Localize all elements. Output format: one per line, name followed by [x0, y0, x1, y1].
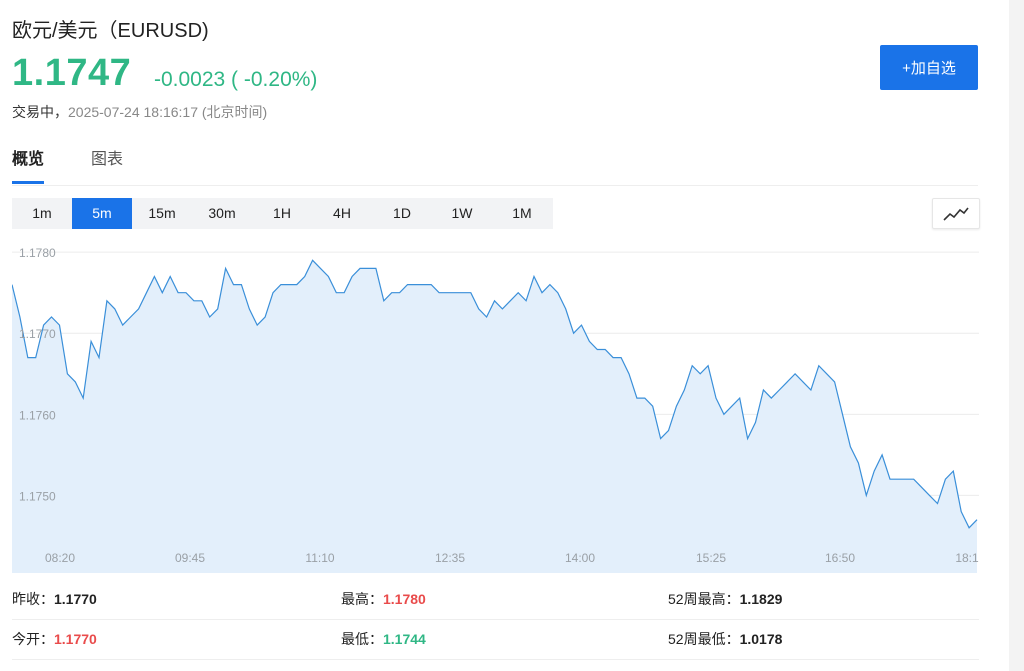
stat-value: 1.1744	[383, 631, 426, 647]
stat-high: 最高：1.1780	[341, 580, 426, 619]
page-scrollbar[interactable]	[1009, 0, 1024, 671]
x-tick-label: 12:35	[435, 551, 465, 565]
trading-status: 交易中，2025-07-24 18:16:17 (北京时间)	[12, 102, 267, 122]
tab-chart[interactable]: 图表	[91, 148, 123, 184]
tab-bar: 概览 图表	[12, 148, 978, 186]
stats-row: 昨收：1.1770 最高：1.1780 52周最高：1.1829	[12, 580, 979, 620]
x-tick-label: 09:45	[175, 551, 205, 565]
stat-label: 今开：	[12, 631, 54, 647]
stat-label: 52周最低：	[668, 631, 740, 647]
x-tick-label: 08:20	[45, 551, 75, 565]
x-tick-label: 18:1	[955, 551, 979, 565]
stats-row: 今开：1.1770 最低：1.1744 52周最低：1.0178	[12, 620, 979, 660]
stat-value: 1.1770	[54, 591, 97, 607]
period-1mo[interactable]: 1M	[492, 198, 552, 229]
y-tick-label: 1.1770	[19, 327, 56, 341]
period-30m[interactable]: 30m	[192, 198, 252, 229]
x-tick-label: 14:00	[565, 551, 595, 565]
line-chart-icon	[943, 207, 969, 221]
chart-type-button[interactable]	[932, 198, 980, 229]
period-15m[interactable]: 15m	[132, 198, 192, 229]
status-label: 交易中，	[12, 104, 68, 120]
stat-value: 1.1829	[739, 591, 783, 607]
stat-value: 1.1780	[383, 591, 426, 607]
current-price: 1.1747	[12, 52, 132, 94]
price-chart[interactable]: 1.1780 1.1770 1.1760 1.1750 08:20 09:45 11:10 1…	[12, 240, 979, 573]
tab-overview[interactable]: 概览	[12, 148, 45, 184]
stat-value: 1.1770	[54, 631, 97, 647]
stat-52w-high: 52周最高：1.1829	[668, 580, 782, 619]
period-1h[interactable]: 1H	[252, 198, 312, 229]
stat-open: 今开：1.1770	[12, 620, 97, 659]
period-1w[interactable]: 1W	[432, 198, 492, 229]
period-1m[interactable]: 1m	[12, 198, 72, 229]
stat-value: 1.0178	[739, 631, 783, 647]
stat-label: 最高：	[341, 591, 383, 607]
stat-52w-low: 52周最低：1.0178	[668, 620, 782, 659]
stat-prev-close: 昨收：1.1770	[12, 580, 97, 619]
stat-label: 昨收：	[12, 591, 54, 607]
period-1d[interactable]: 1D	[372, 198, 432, 229]
y-tick-label: 1.1760	[19, 408, 56, 422]
x-tick-label: 15:25	[696, 551, 726, 565]
y-tick-label: 1.1750	[19, 489, 56, 503]
stat-label: 最低：	[341, 631, 383, 647]
price-change: -0.0023 ( -0.20%)	[154, 68, 318, 91]
period-selector: 1m 5m 15m 30m 1H 4H 1D 1W 1M	[12, 198, 553, 229]
x-tick-label: 11:10	[305, 551, 334, 565]
x-tick-label: 16:50	[825, 551, 855, 565]
period-5m[interactable]: 5m	[72, 198, 132, 229]
stat-low: 最低：1.1744	[341, 620, 426, 659]
add-watchlist-button[interactable]: +加自选	[880, 45, 978, 90]
stats-table: 昨收：1.1770 最高：1.1780 52周最高：1.1829 今开：1.17…	[12, 580, 979, 660]
stat-label: 52周最高：	[668, 591, 740, 607]
period-4h[interactable]: 4H	[312, 198, 372, 229]
status-time: 2025-07-24 18:16:17 (北京时间)	[68, 104, 268, 120]
y-tick-label: 1.1780	[19, 246, 56, 260]
page-title: 欧元/美元（EURUSD)	[12, 20, 209, 42]
